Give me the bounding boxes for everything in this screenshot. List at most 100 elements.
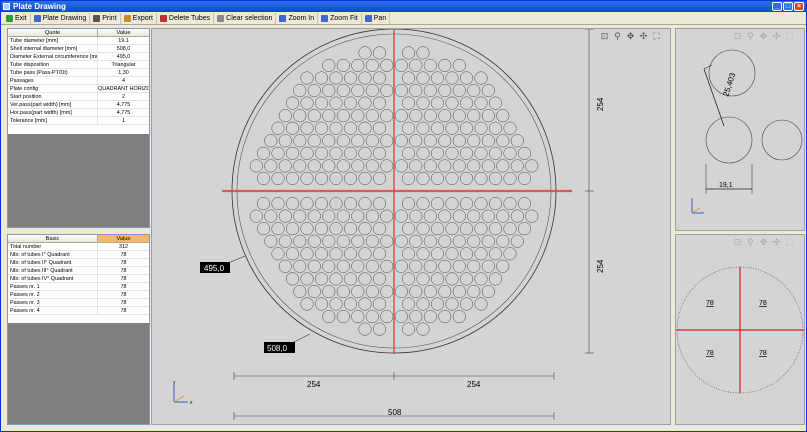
tube-hole[interactable] <box>336 284 350 299</box>
tube-hole[interactable] <box>380 234 394 248</box>
tube-hole[interactable] <box>394 284 408 299</box>
tube-hole[interactable] <box>365 284 379 299</box>
tube-hole[interactable] <box>336 58 350 72</box>
tube-hole[interactable] <box>271 146 285 160</box>
tube-hole[interactable] <box>329 222 343 236</box>
tube-hole[interactable] <box>459 297 474 311</box>
tube-hole[interactable] <box>278 134 292 148</box>
tube-hole[interactable] <box>409 284 423 299</box>
tube-hole[interactable] <box>503 121 517 135</box>
tube-hole[interactable] <box>293 259 307 273</box>
tube-hole[interactable] <box>401 121 416 135</box>
tube-hole[interactable] <box>300 297 314 311</box>
tube-hole[interactable] <box>307 134 321 148</box>
table-row[interactable]: Start position 2 <box>8 93 149 101</box>
tube-hole[interactable] <box>300 171 314 185</box>
tube-hole[interactable] <box>322 83 336 98</box>
tube-hole[interactable] <box>409 109 423 123</box>
tube-hole[interactable] <box>300 197 314 211</box>
table-row[interactable]: Passes nr. 4 78 <box>8 307 149 315</box>
tube-hole[interactable] <box>459 121 474 135</box>
tube-hole[interactable] <box>445 197 459 211</box>
toolbar-button-clear-selection[interactable]: Clear selection <box>214 13 277 24</box>
tube-hole[interactable] <box>365 310 379 324</box>
tube-hole[interactable] <box>380 58 394 72</box>
tube-hole[interactable] <box>496 109 510 123</box>
table-row[interactable]: Passages 4 <box>8 77 149 85</box>
tube-hole[interactable] <box>438 310 452 324</box>
tube-hole[interactable] <box>416 247 430 261</box>
tube-hole[interactable] <box>452 58 466 72</box>
tube-hole[interactable] <box>358 71 372 85</box>
tube-hole[interactable] <box>329 96 343 110</box>
tube-hole[interactable] <box>380 209 394 223</box>
tube-hole[interactable] <box>394 310 408 324</box>
tube-hole[interactable] <box>394 209 408 223</box>
tube-hole[interactable] <box>278 209 292 223</box>
tube-hole[interactable] <box>503 247 517 261</box>
tube-hole[interactable] <box>380 83 394 98</box>
tube-hole[interactable] <box>300 96 314 110</box>
tube-hole[interactable] <box>401 71 416 85</box>
table-row[interactable]: Tolerance [mm] 1 <box>8 117 149 125</box>
tube-hole[interactable] <box>358 171 372 185</box>
tube-hole[interactable] <box>271 222 285 236</box>
tube-hole[interactable] <box>467 284 481 299</box>
tube-hole[interactable] <box>372 272 387 286</box>
tube-hole[interactable] <box>336 134 350 148</box>
tube-hole[interactable] <box>525 159 539 173</box>
tube-hole[interactable] <box>343 171 358 185</box>
tube-hole[interactable] <box>256 197 271 211</box>
tube-hole[interactable] <box>488 247 503 261</box>
tube-hole[interactable] <box>445 146 459 160</box>
tube-hole[interactable] <box>372 121 387 135</box>
table-row[interactable]: Tube pass (Pass-PT/Dt) 1,30 <box>8 69 149 77</box>
tube-hole[interactable] <box>416 96 430 110</box>
table-row[interactable]: Diameter External circumference [mm] 495,… <box>8 53 149 61</box>
tube-hole[interactable] <box>452 134 466 148</box>
tube-hole[interactable] <box>416 222 430 236</box>
tube-hole[interactable] <box>285 96 300 110</box>
tube-hole[interactable] <box>358 297 372 311</box>
tube-hole[interactable] <box>416 272 430 286</box>
tube-hole[interactable] <box>401 247 416 261</box>
tube-hole[interactable] <box>351 109 365 123</box>
tube-hole[interactable] <box>336 234 350 248</box>
table-row[interactable]: Plate configQUADRANT HORIZONTAL <box>8 85 149 93</box>
tube-hole[interactable] <box>285 222 300 236</box>
tube-hole[interactable] <box>481 134 495 148</box>
toolbar-button-delete-tubes[interactable]: Delete Tubes <box>157 13 215 24</box>
tube-hole[interactable] <box>322 209 336 223</box>
tube-hole[interactable] <box>409 159 423 173</box>
tube-hole[interactable] <box>481 259 495 273</box>
tube-hole[interactable] <box>314 272 329 286</box>
tube-hole[interactable] <box>249 209 263 223</box>
tube-hole[interactable] <box>467 134 481 148</box>
tube-hole[interactable] <box>307 159 321 173</box>
tube-hole[interactable] <box>496 259 510 273</box>
tube-hole[interactable] <box>351 234 365 248</box>
tube-hole[interactable] <box>343 272 358 286</box>
tube-hole[interactable] <box>452 159 466 173</box>
tube-hole[interactable] <box>525 209 539 223</box>
tube-hole[interactable] <box>285 121 300 135</box>
tube-hole[interactable] <box>459 71 474 85</box>
tube-hole[interactable] <box>401 146 416 160</box>
tube-hole[interactable] <box>510 209 524 223</box>
tube-hole[interactable] <box>372 197 387 211</box>
tube-hole[interactable] <box>307 109 321 123</box>
tube-hole[interactable] <box>314 146 329 160</box>
tube-hole[interactable] <box>329 171 343 185</box>
tube-hole[interactable] <box>438 83 452 98</box>
tube-hole[interactable] <box>285 272 300 286</box>
tube-hole[interactable] <box>416 121 430 135</box>
table-row[interactable]: Nbr. of tubes III° Quadrant 78 <box>8 267 149 275</box>
tube-hole[interactable] <box>314 297 329 311</box>
tube-hole[interactable] <box>467 83 481 98</box>
column-header-value[interactable]: Value <box>98 235 149 242</box>
tube-hole[interactable] <box>322 310 336 324</box>
tube-hole[interactable] <box>488 96 503 110</box>
tube-hole[interactable] <box>314 222 329 236</box>
tube-hole[interactable] <box>459 247 474 261</box>
toolbar-button-exit[interactable]: Exit <box>3 13 31 24</box>
